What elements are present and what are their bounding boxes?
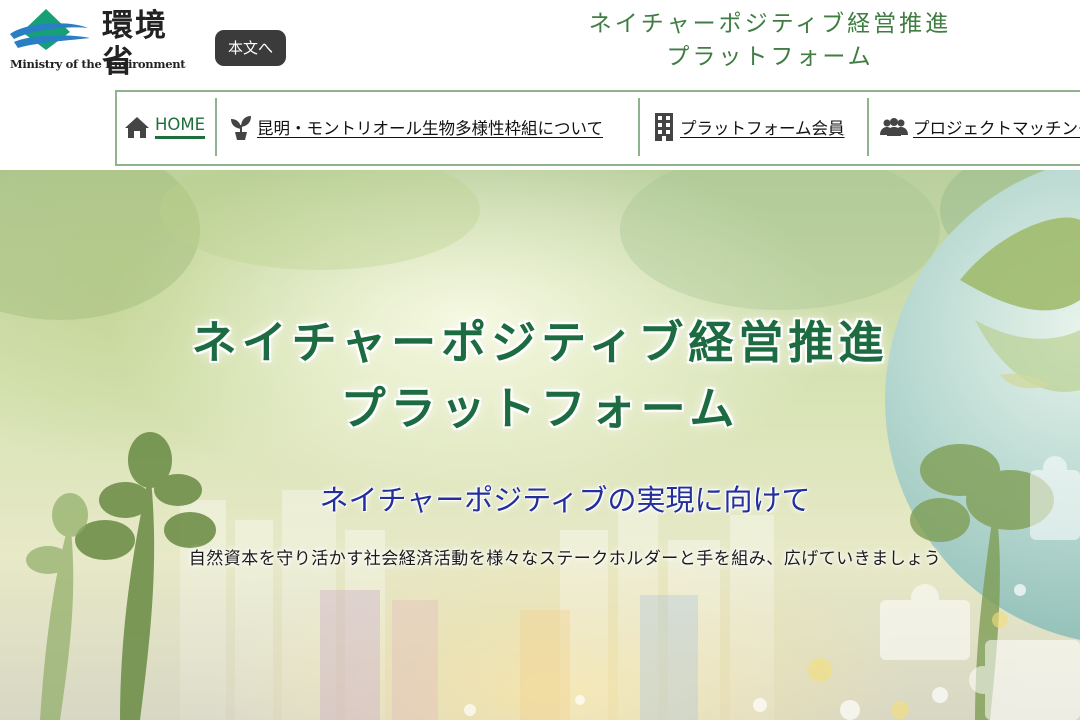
hero-description: 自然資本を守り活かす社会経済活動を様々なステークホルダーと手を組み、広げていきま… xyxy=(188,549,942,569)
people-icon xyxy=(880,118,908,136)
hero-subtitle: ネイチャーポジティブの実現に向けて xyxy=(319,483,811,517)
nav-item-members[interactable]: プラットフォーム会員 xyxy=(652,98,845,156)
nav-item-label: プロジェクトマッチング xyxy=(913,119,1080,138)
building-icon xyxy=(655,113,673,141)
hero-title-line2: プラットフォーム xyxy=(340,382,740,435)
logo-english-text: Ministry of the Environment xyxy=(10,57,186,71)
nav-item-label: 昆明・モントリオール生物多様性枠組について xyxy=(257,119,604,138)
hero-background-image xyxy=(0,170,1080,720)
ministry-logo[interactable]: 環境省 Ministry of the Environment xyxy=(8,6,198,80)
global-nav: HOME 昆明・モントリオール生物多様性枠組について プラットフォーム会員 プロ… xyxy=(115,90,1080,166)
home-icon xyxy=(125,117,149,138)
hero-banner: ネイチャーポジティブ経営推進 プラットフォーム ネイチャーポジティブの実現に向け… xyxy=(0,170,1080,720)
site-header: 環境省 Ministry of the Environment 本文へ ネイチャ… xyxy=(0,0,1080,88)
nav-divider xyxy=(215,98,217,156)
skip-to-content-button[interactable]: 本文へ xyxy=(215,30,286,66)
hero-title: ネイチャーポジティブ経営推進 プラットフォーム xyxy=(0,310,1080,442)
site-title-line1: ネイチャーポジティブ経営推進 xyxy=(588,11,952,37)
nav-item-home[interactable]: HOME xyxy=(123,98,206,156)
ministry-emblem-icon xyxy=(10,9,90,50)
sprout-icon xyxy=(231,116,251,140)
nav-item-framework[interactable]: 昆明・モントリオール生物多様性枠組について xyxy=(229,98,603,156)
site-title[interactable]: ネイチャーポジティブ経営推進 プラットフォーム xyxy=(560,8,980,74)
site-title-line2: プラットフォーム xyxy=(666,44,874,70)
hero-title-line1: ネイチャーポジティブ経営推進 xyxy=(191,316,889,369)
nav-item-label: HOME xyxy=(155,115,206,139)
nav-divider xyxy=(867,98,869,156)
nav-item-label: プラットフォーム会員 xyxy=(680,119,845,138)
nav-divider xyxy=(638,98,640,156)
nav-item-project-matching[interactable]: プロジェクトマッチング xyxy=(879,98,1080,156)
